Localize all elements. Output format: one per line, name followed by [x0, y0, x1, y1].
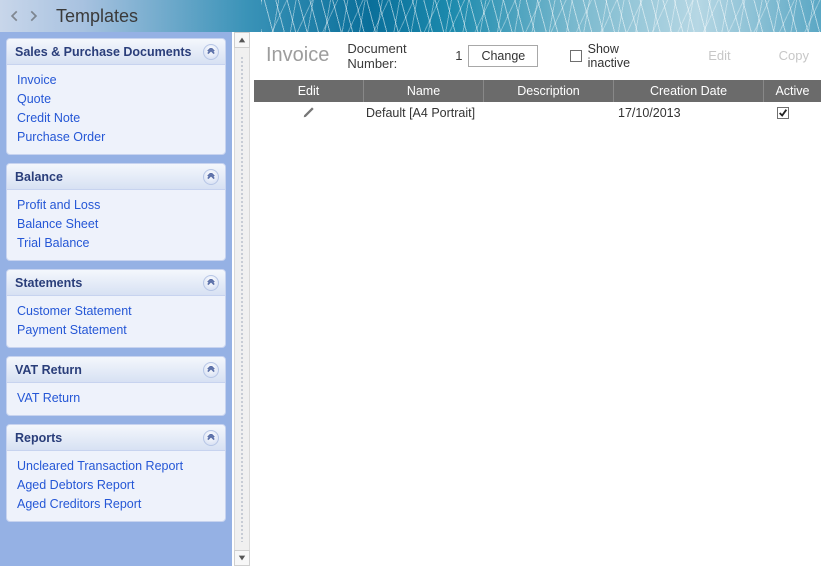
back-arrow-icon[interactable]	[6, 7, 24, 25]
chevron-up-icon	[203, 169, 219, 185]
chevron-up-icon	[203, 430, 219, 446]
sidebar-item-payment-statement[interactable]: Payment Statement	[17, 323, 215, 337]
panel-header-sales-purchase[interactable]: Sales & Purchase Documents	[7, 39, 225, 65]
change-button[interactable]: Change	[468, 45, 538, 67]
table-header: Edit Name Description Creation Date Acti…	[254, 80, 821, 102]
panel-vat-return: VAT Return VAT Return	[6, 356, 226, 416]
row-creation-date: 17/10/2013	[614, 106, 764, 120]
panel-title: Sales & Purchase Documents	[15, 45, 191, 59]
sidebar-item-customer-statement[interactable]: Customer Statement	[17, 304, 215, 318]
main-content: Invoice Document Number: 1 Change Show i…	[254, 32, 821, 566]
panel-title: Statements	[15, 276, 82, 290]
panel-title: Reports	[15, 431, 62, 445]
document-number: Document Number: 1 Change	[347, 41, 538, 71]
document-number-label: Document Number:	[347, 41, 449, 71]
document-number-value: 1	[455, 48, 462, 63]
chevron-up-icon	[203, 275, 219, 291]
sidebar-item-aged-creditors-report[interactable]: Aged Creditors Report	[17, 497, 215, 511]
col-description[interactable]: Description	[484, 80, 614, 102]
sidebar-item-purchase-order[interactable]: Purchase Order	[17, 130, 215, 144]
page-title: Templates	[56, 6, 138, 27]
forward-arrow-icon[interactable]	[24, 7, 42, 25]
row-name: Default [A4 Portrait]	[364, 106, 484, 120]
panel-header-vat-return[interactable]: VAT Return	[7, 357, 225, 383]
sidebar-item-vat-return[interactable]: VAT Return	[17, 391, 215, 405]
panel-title: VAT Return	[15, 363, 82, 377]
panel-header-balance[interactable]: Balance	[7, 164, 225, 190]
active-checkbox[interactable]	[777, 107, 789, 119]
chevron-up-icon	[203, 362, 219, 378]
panel-statements: Statements Customer Statement Payment St…	[6, 269, 226, 348]
col-creation-date[interactable]: Creation Date	[614, 80, 764, 102]
panel-reports: Reports Uncleared Transaction Report Age…	[6, 424, 226, 522]
splitter-grip-icon[interactable]	[240, 56, 244, 542]
scroll-up-icon[interactable]	[234, 32, 250, 48]
copy-button-disabled: Copy	[779, 48, 809, 63]
sidebar-item-invoice[interactable]: Invoice	[17, 73, 215, 87]
checkbox-icon[interactable]	[570, 50, 581, 62]
content-title: Invoice	[266, 44, 329, 67]
panel-balance: Balance Profit and Loss Balance Sheet Tr…	[6, 163, 226, 261]
sidebar-item-aged-debtors-report[interactable]: Aged Debtors Report	[17, 478, 215, 492]
chevron-up-icon	[203, 44, 219, 60]
col-edit[interactable]: Edit	[254, 80, 364, 102]
sidebar-item-quote[interactable]: Quote	[17, 92, 215, 106]
panel-header-statements[interactable]: Statements	[7, 270, 225, 296]
scroll-down-icon[interactable]	[234, 550, 250, 566]
sidebar-item-trial-balance[interactable]: Trial Balance	[17, 236, 215, 250]
panel-header-reports[interactable]: Reports	[7, 425, 225, 451]
sidebar-item-balance-sheet[interactable]: Balance Sheet	[17, 217, 215, 231]
sidebar-item-credit-note[interactable]: Credit Note	[17, 111, 215, 125]
sidebar: Sales & Purchase Documents Invoice Quote…	[0, 32, 232, 566]
top-bar: Templates	[0, 0, 821, 32]
sidebar-item-profit-and-loss[interactable]: Profit and Loss	[17, 198, 215, 212]
sidebar-item-uncleared-transaction-report[interactable]: Uncleared Transaction Report	[17, 459, 215, 473]
panel-sales-purchase: Sales & Purchase Documents Invoice Quote…	[6, 38, 226, 155]
splitter-scrollbar[interactable]	[232, 32, 254, 566]
show-inactive-toggle[interactable]: Show inactive	[570, 42, 660, 70]
show-inactive-label: Show inactive	[588, 42, 661, 70]
col-name[interactable]: Name	[364, 80, 484, 102]
col-active[interactable]: Active	[764, 80, 821, 102]
main-header: Invoice Document Number: 1 Change Show i…	[254, 32, 821, 80]
panel-title: Balance	[15, 170, 63, 184]
pencil-icon[interactable]	[302, 105, 316, 122]
edit-button-disabled: Edit	[708, 48, 730, 63]
table-row[interactable]: Default [A4 Portrait] 17/10/2013	[254, 102, 821, 124]
